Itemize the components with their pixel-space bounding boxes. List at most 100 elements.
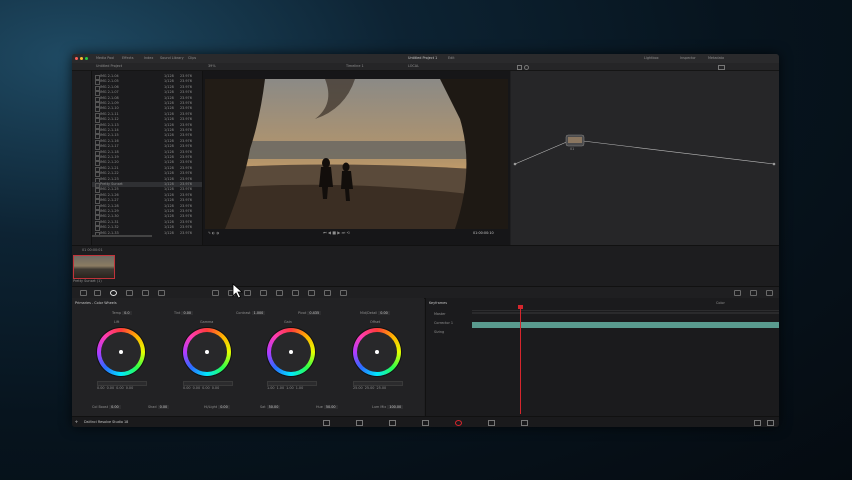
clip-row[interactable]: IMG 2-1-08 1/128 23.976 [92,96,202,102]
sizing-icon[interactable] [340,290,347,296]
wheel-value[interactable]: 1.00 [296,386,304,390]
clip-row[interactable]: IMG 2-1-26 1/128 23.976 [92,193,202,199]
kf-row-corrector[interactable]: Corrector 1 [434,321,453,325]
clip-row[interactable]: IMG 2-1-10 1/128 23.976 [92,106,202,113]
toolbar-index[interactable]: Index [144,56,153,60]
toolbar-inspector[interactable]: Inspector [680,56,696,60]
color-bottom-field[interactable]: Hi/Light 0.00 [204,405,230,409]
viewer-tools[interactable]: ✎ ◐ ◑ [208,231,219,235]
wheel-value[interactable]: 0.00 [97,386,105,390]
kf-row-sizing[interactable]: Sizing [434,330,444,334]
rgb-mixer-icon[interactable] [142,290,149,296]
clip-row[interactable]: IMG 2-1-21 1/128 23.976 [92,166,202,172]
clip-row[interactable]: IMG 2-1-06 1/128 23.976 [92,85,202,91]
color-wheel-gamma[interactable]: Gamma 0.00 0.00 0.00 0.00 [178,320,238,410]
camera-raw-icon[interactable] [80,290,87,296]
wheel-value[interactable]: 0.00 [193,386,201,390]
toolbar-clips[interactable]: Clips [188,56,196,60]
wheel-value[interactable]: 0.00 [107,386,115,390]
clip-row[interactable]: IMG 2-1-14 1/128 23.976 [92,128,202,134]
clip-row[interactable]: IMG 2-1-30 1/128 23.976 [92,214,202,221]
edit-page-icon[interactable] [389,420,396,426]
kf-playhead[interactable] [520,306,521,414]
color-bottom-field[interactable]: Shad 0.00 [148,405,170,409]
clip-row[interactable]: IMG 2-1-18 1/128 23.976 [92,150,202,156]
clip-row[interactable]: IMG 2-1-31 1/128 23.976 [92,220,202,226]
color-bottom-field[interactable]: Lum Mix 100.00 [372,405,404,409]
field-value[interactable]: 0.00 [157,405,170,409]
color-match-icon[interactable] [94,290,101,296]
clip-row[interactable]: IMG 2-1-09 1/128 23.976 [92,101,202,107]
wheel-value[interactable]: 1.00 [277,386,285,390]
clip-row[interactable]: IMG 2-1-29 1/128 23.976 [92,209,202,215]
field-value[interactable]: 0.00 [109,405,121,409]
minimize-window-button[interactable] [80,57,83,60]
clip-dropdown-icon[interactable] [718,65,725,70]
wheel-disc[interactable] [353,328,401,376]
clip-row[interactable]: IMG 2-1-04 1/128 23.976 [92,74,202,80]
motion-effects-icon[interactable] [158,290,165,296]
color-bottom-field[interactable]: Sat 50.00 [260,405,281,409]
cut-page-icon[interactable] [356,420,363,426]
toolbar-effects[interactable]: Effects [122,56,134,60]
wheel-value[interactable]: 0.00 [183,386,191,390]
info-icon[interactable] [766,290,773,296]
toolbar-metadata[interactable]: Metadata [708,56,724,60]
wheel-value[interactable]: 25.00 [365,386,375,390]
clip-row[interactable]: IMG 2-1-25 1/128 23.976 [92,187,202,194]
curves-icon[interactable] [212,290,219,296]
blur-icon[interactable] [308,290,315,296]
clip-row[interactable]: Pretty Sunset 1/128 23.976 [92,182,202,188]
tracker-icon[interactable] [276,290,283,296]
color-wheel-lift[interactable]: Lift 0.00 0.00 0.00 0.00 [92,320,152,410]
hdr-icon[interactable] [126,290,133,296]
media-page-icon[interactable] [323,420,330,426]
zoom-window-button[interactable] [85,57,88,60]
clip-row[interactable]: IMG 2-1-07 1/128 23.976 [92,90,202,97]
clip-row[interactable]: IMG 2-1-27 1/128 23.976 [92,198,202,205]
wheel-value[interactable]: 25.00 [376,386,386,390]
clip-row[interactable]: IMG 2-1-23 1/128 23.976 [92,177,202,183]
color-wheels-icon[interactable] [110,290,117,296]
wheel-value[interactable]: 25.00 [353,386,363,390]
color-page-icon[interactable] [455,420,462,426]
clip-row[interactable]: IMG 2-1-05 1/128 23.976 [92,79,202,86]
local-label[interactable]: LOCAL [408,64,419,68]
clip-row[interactable]: IMG 2-1-22 1/128 23.976 [92,171,202,178]
wheel-value[interactable]: 0.00 [212,386,220,390]
media-scrollbar[interactable] [92,235,152,237]
node-tool-icon[interactable] [524,65,529,70]
clip-row[interactable]: IMG 2-1-11 1/128 23.976 [92,112,202,118]
wheel-disc[interactable] [97,328,145,376]
keyframes-mode[interactable]: Color [716,301,725,305]
clip-row[interactable]: IMG 2-1-20 1/128 23.976 [92,160,202,167]
clip-row[interactable]: IMG 2-1-15 1/128 23.976 [92,133,202,140]
clip-row[interactable]: IMG 2-1-28 1/128 23.976 [92,204,202,210]
field-value[interactable]: 100.00 [387,405,404,409]
wheel-value[interactable]: 1.00 [267,386,275,390]
color-bottom-field[interactable]: Col Boost 0.00 [92,405,121,409]
video-frame[interactable] [205,79,508,229]
node-editor-panel[interactable]: 01 [511,71,779,245]
clip-row[interactable]: IMG 2-1-13 1/128 23.976 [92,123,202,129]
timeline-name[interactable]: Timeline 1 [346,64,364,68]
home-icon[interactable] [754,420,761,426]
window-icon[interactable] [260,290,267,296]
toolbar-media-pool[interactable]: Media Pool [96,56,114,60]
fairlight-page-icon[interactable] [488,420,495,426]
color-wheel-offset[interactable]: Offset 25.00 25.00 25.00 [348,320,408,410]
wheel-disc[interactable] [267,328,315,376]
field-value[interactable]: 0.00 [218,405,230,409]
settings-icon[interactable] [767,420,774,426]
kf-playhead-handle[interactable] [518,305,523,309]
clip-row[interactable]: IMG 2-1-32 1/128 23.976 [92,225,202,232]
keyframes-icon[interactable] [734,290,741,296]
clip-row[interactable]: IMG 2-1-12 1/128 23.976 [92,117,202,124]
kf-clip-track[interactable] [472,322,779,328]
grab-icon[interactable] [517,65,522,70]
clip-row[interactable]: IMG 2-1-17 1/128 23.976 [92,144,202,151]
scopes-icon[interactable] [750,290,757,296]
close-window-button[interactable] [75,57,78,60]
wheel-value[interactable]: 1.00 [286,386,294,390]
wheel-disc[interactable] [183,328,231,376]
